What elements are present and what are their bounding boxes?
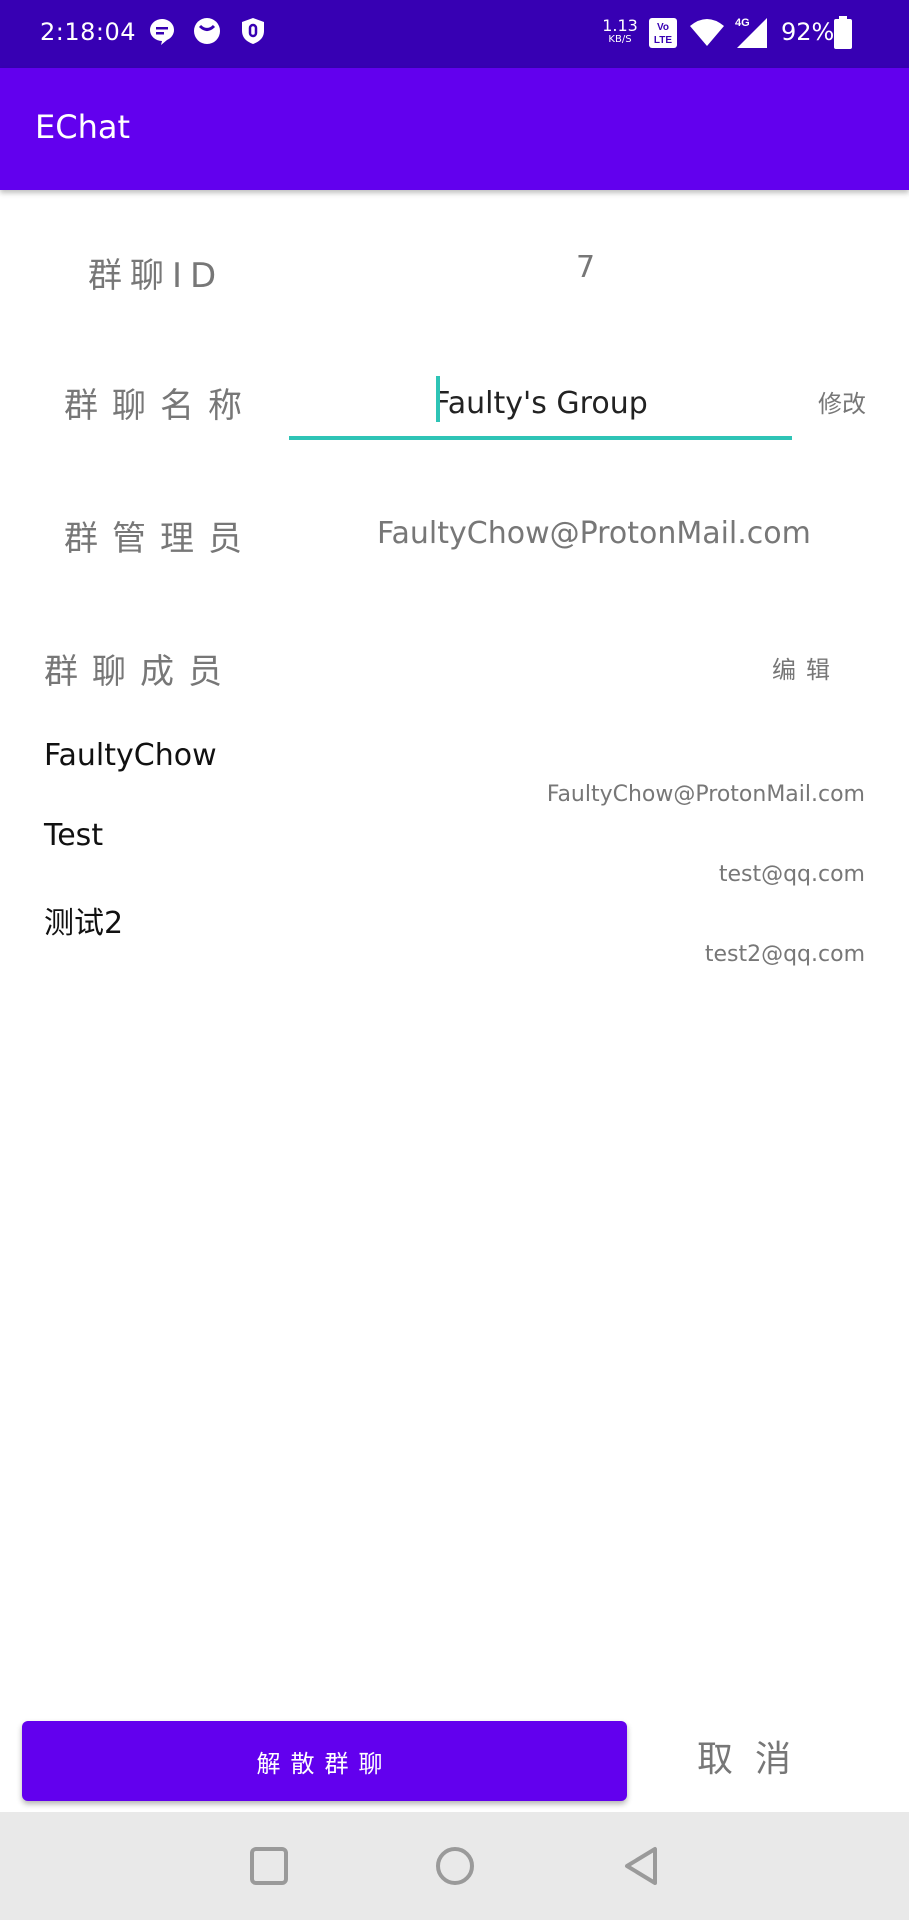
recents-square-icon[interactable] — [247, 1844, 291, 1888]
navigation-bar — [0, 1812, 909, 1920]
member-name: 测试2 — [44, 906, 124, 941]
group-name-input[interactable] — [289, 370, 792, 440]
member-email: FaultyChow@ProtonMail.com — [546, 782, 865, 807]
chat-bubble-icon — [150, 19, 175, 45]
cancel-button[interactable]: 取消 — [660, 1730, 850, 1790]
volte-text-top: Vo — [657, 22, 669, 33]
network-type: 4G — [735, 17, 750, 29]
battery-icon — [834, 16, 852, 49]
group-members-label: 群聊成员 — [44, 652, 236, 692]
net-speed-indicator: 1.13 KB/S — [602, 18, 638, 46]
signal-icon: 4G — [735, 17, 767, 48]
member-name: FaultyChow — [44, 738, 217, 773]
group-id-value: 7 — [576, 250, 596, 285]
dissolve-group-button[interactable]: 解散群聊 — [22, 1721, 627, 1801]
group-admin-value: FaultyChow@ProtonMail.com — [377, 516, 811, 551]
back-triangle-icon[interactable] — [620, 1844, 664, 1888]
member-email: test@qq.com — [718, 862, 865, 887]
status-bar: 2:18:04 1.13 KB/S Vo LTE 4G 92% — [0, 0, 909, 68]
edit-members-button[interactable]: 编辑 — [772, 650, 840, 685]
battery-percentage: 92% — [781, 18, 835, 46]
net-speed-value: 1.13 — [602, 16, 638, 35]
app-title: EChat — [35, 108, 130, 146]
group-id-label: 群聊ID — [88, 256, 225, 296]
face-icon — [194, 18, 220, 44]
home-circle-icon[interactable] — [433, 1844, 477, 1888]
member-email: test2@qq.com — [704, 942, 865, 967]
volte-text-bottom: LTE — [654, 35, 672, 46]
app-bar: EChat — [0, 68, 909, 190]
status-time: 2:18:04 — [40, 18, 137, 46]
volte-icon: Vo LTE — [649, 18, 677, 48]
text-cursor — [436, 376, 440, 422]
shield-icon — [242, 18, 264, 44]
net-speed-unit: KB/S — [608, 34, 632, 45]
member-name: Test — [44, 818, 104, 853]
wifi-icon — [690, 19, 724, 46]
rename-button[interactable]: 修改 — [818, 384, 866, 419]
group-name-label: 群聊名称 — [64, 386, 256, 426]
group-admin-label: 群管理员 — [64, 519, 256, 559]
